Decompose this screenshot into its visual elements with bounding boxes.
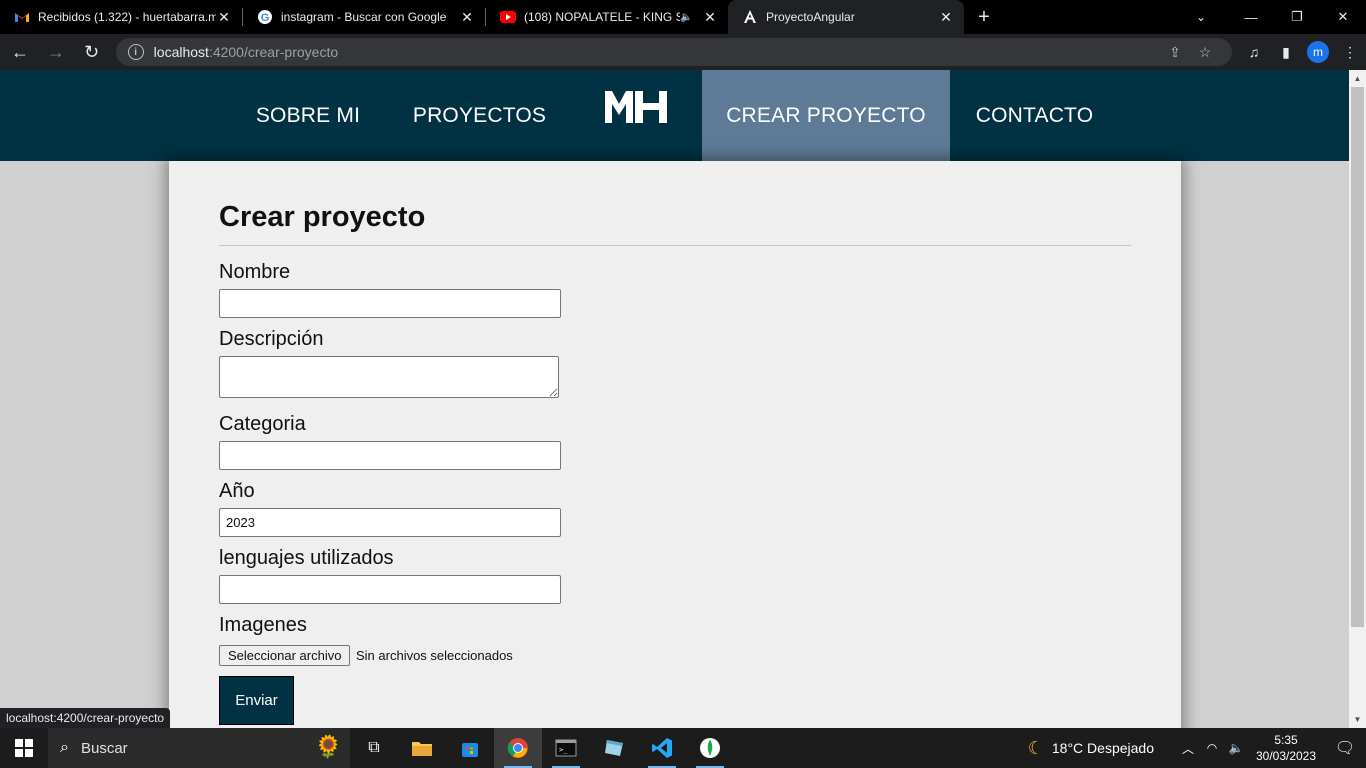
categoria-input[interactable]: [219, 441, 561, 470]
scroll-up-icon[interactable]: ▲: [1349, 70, 1366, 87]
taskbar-search[interactable]: ⌕ Buscar 🌻: [48, 728, 350, 768]
scroll-down-icon[interactable]: ▼: [1349, 711, 1366, 728]
bookmark-star-icon[interactable]: ☆: [1190, 44, 1220, 61]
search-highlight-icon: 🌻: [314, 734, 342, 759]
file-select-button[interactable]: Seleccionar archivo: [219, 645, 351, 666]
start-button[interactable]: [0, 728, 48, 768]
nombre-label: Nombre: [219, 261, 291, 283]
descripcion-textarea[interactable]: [219, 356, 559, 398]
descripcion-label: Descripción: [219, 328, 324, 350]
close-tab-icon[interactable]: ✕: [938, 9, 954, 26]
restore-icon[interactable]: ❐: [1274, 0, 1320, 34]
tab-title: ProyectoAngular: [766, 10, 855, 24]
gmail-icon: [14, 9, 30, 25]
vscode-icon[interactable]: [638, 728, 686, 768]
google-icon: G: [257, 9, 273, 25]
audio-playing-icon[interactable]: 🔈: [680, 12, 694, 23]
nav-contacto[interactable]: CONTACTO: [968, 70, 1101, 161]
close-tab-icon[interactable]: ✕: [216, 9, 232, 26]
clock-time: 5:35: [1274, 733, 1298, 747]
media-control-icon[interactable]: ♫: [1238, 36, 1270, 68]
weather-widget[interactable]: ☾ 18°C Despejado: [1028, 738, 1154, 759]
page-scrollbar[interactable]: ▲ ▼: [1349, 70, 1366, 728]
tab-title: instagram - Buscar con Google: [281, 10, 447, 24]
minimize-icon[interactable]: —: [1228, 0, 1274, 34]
terminal-icon[interactable]: >_: [542, 728, 590, 768]
tab-gmail[interactable]: Recibidos (1.322) - huertabarra.m ✕: [0, 0, 242, 34]
side-panel-icon[interactable]: ▮: [1270, 36, 1302, 68]
tab-title: Recibidos (1.322) - huertabarra.m: [38, 10, 216, 24]
microsoft-store-icon[interactable]: [446, 728, 494, 768]
weather-text: 18°C Despejado: [1051, 740, 1154, 756]
profile-avatar[interactable]: m: [1307, 41, 1329, 63]
share-icon[interactable]: ⇪: [1160, 44, 1190, 61]
moon-weather-icon: ☾: [1027, 737, 1044, 758]
taskbar-clock[interactable]: 5:35 30/03/2023: [1248, 732, 1324, 764]
link-status-bubble: localhost:4200/crear-proyecto: [0, 708, 171, 728]
address-bar[interactable]: i localhost:4200/crear-proyecto ⇪ ☆: [115, 38, 1232, 66]
submit-button[interactable]: Enviar: [219, 676, 294, 725]
title-divider: [219, 245, 1131, 246]
lenguajes-input[interactable]: [219, 575, 561, 604]
file-explorer-icon[interactable]: [398, 728, 446, 768]
back-arrow-icon[interactable]: ←: [4, 36, 36, 68]
anio-label: Año: [219, 480, 255, 502]
site-logo[interactable]: [604, 90, 670, 124]
lenguajes-label: lenguajes utilizados: [219, 547, 394, 569]
window-controls: — ❐ ✕: [1228, 0, 1366, 34]
close-tab-icon[interactable]: ✕: [702, 9, 718, 26]
youtube-icon: [500, 9, 516, 25]
tab-search-chevron-icon[interactable]: ⌄: [1184, 0, 1218, 34]
tab-title: (108) NOPALATELE - KING SA: [524, 10, 680, 24]
imagenes-label: Imagenes: [219, 614, 307, 636]
network-icon[interactable]: ◠: [1200, 741, 1224, 755]
url-host: localhost: [153, 44, 209, 60]
search-icon: ⌕: [60, 739, 69, 756]
new-tab-button[interactable]: +: [970, 0, 998, 34]
page-title: Crear proyecto: [219, 201, 426, 233]
menu-kebab-icon[interactable]: ⋮: [1334, 36, 1366, 68]
site-navbar: SOBRE MI PROYECTOS CREAR PROYECTO CONTAC…: [0, 70, 1349, 161]
system-tray: ☾ 18°C Despejado ︿ ◠ 🔈 5:35 30/03/2023 🗨: [1028, 728, 1366, 768]
volume-icon[interactable]: 🔈: [1224, 741, 1248, 755]
scrollbar-thumb[interactable]: [1351, 87, 1364, 627]
reload-icon[interactable]: ↻: [76, 36, 108, 68]
notification-center-icon[interactable]: 🗨: [1324, 738, 1366, 758]
nav-crear-proyecto[interactable]: CREAR PROYECTO: [702, 70, 950, 161]
forward-arrow-icon[interactable]: →: [40, 36, 72, 68]
anio-input[interactable]: [219, 508, 561, 537]
close-tab-icon[interactable]: ✕: [459, 9, 475, 26]
url-path: :4200/crear-proyecto: [208, 44, 339, 60]
taskbar-search-placeholder: Buscar: [80, 739, 128, 757]
show-hidden-icons-chevron-icon[interactable]: ︿: [1176, 740, 1200, 757]
browser-tab-strip: Recibidos (1.322) - huertabarra.m ✕ G in…: [0, 0, 1366, 34]
notepad-icon[interactable]: [590, 728, 638, 768]
mongodb-compass-icon[interactable]: [686, 728, 734, 768]
close-window-icon[interactable]: ✕: [1320, 0, 1366, 34]
tab-google-search[interactable]: G instagram - Buscar con Google ✕: [243, 0, 485, 34]
tab-proyecto-angular[interactable]: ProyectoAngular ✕: [728, 0, 964, 34]
angular-icon: [742, 9, 758, 25]
site-info-icon[interactable]: i: [127, 44, 144, 60]
nav-sobre-mi[interactable]: SOBRE MI: [244, 70, 372, 161]
categoria-label: Categoria: [219, 413, 306, 435]
clock-date: 30/03/2023: [1255, 749, 1317, 763]
browser-toolbar: ← → ↻ i localhost:4200/crear-proyecto ⇪ …: [0, 34, 1366, 70]
task-view-icon[interactable]: ⧉: [350, 728, 398, 768]
file-status-text: Sin archivos seleccionados: [356, 648, 513, 663]
tab-youtube[interactable]: (108) NOPALATELE - KING SA 🔈 ✕: [486, 0, 728, 34]
page-viewport: SOBRE MI PROYECTOS CREAR PROYECTO CONTAC…: [0, 70, 1366, 728]
windows-logo-icon: [15, 739, 33, 757]
svg-text:>_: >_: [559, 746, 568, 754]
create-project-card: Crear proyecto Nombre Descripción Catego…: [169, 161, 1181, 728]
chrome-icon[interactable]: [494, 728, 542, 768]
svg-text:G: G: [261, 12, 270, 24]
nav-proyectos[interactable]: PROYECTOS: [402, 70, 557, 161]
nombre-input[interactable]: [219, 289, 561, 318]
windows-taskbar: ⌕ Buscar 🌻 ⧉ >_ ☾ 18°C Despejado ︿ ◠ 🔈 5…: [0, 728, 1366, 768]
